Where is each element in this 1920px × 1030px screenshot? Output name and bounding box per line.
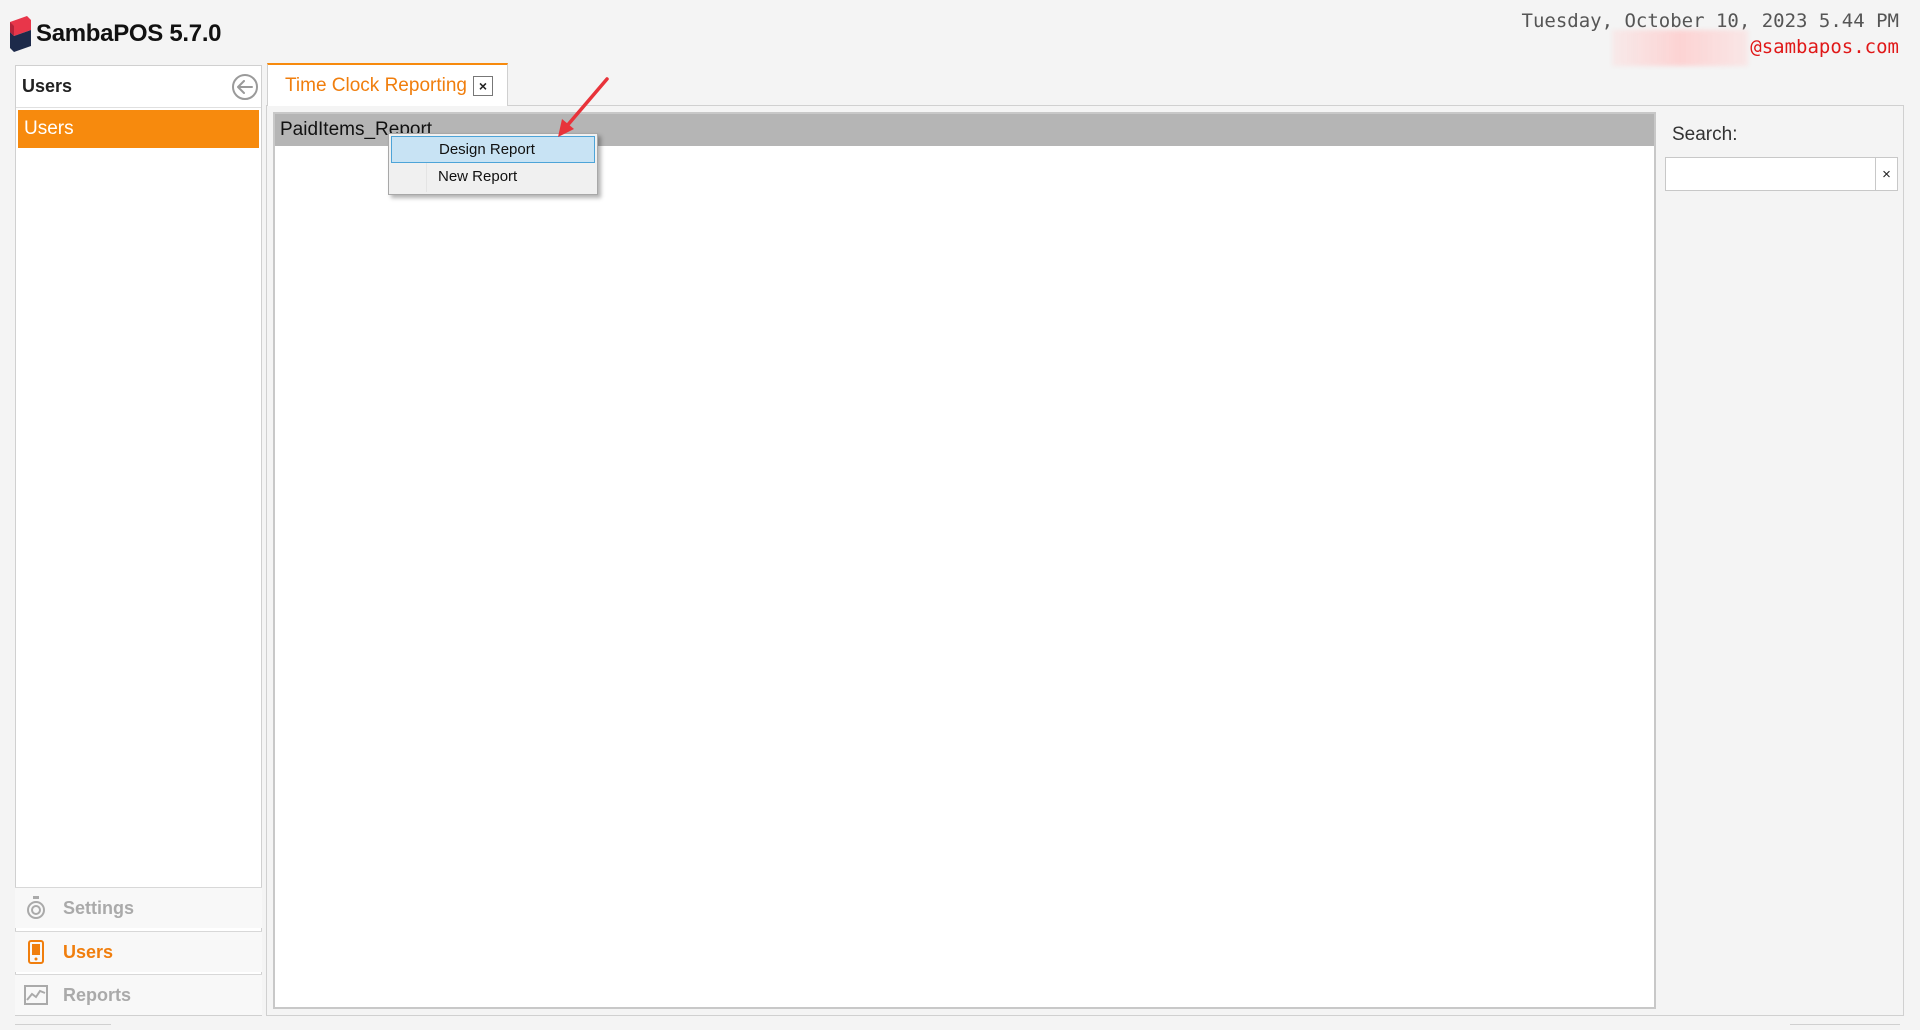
search-box: × bbox=[1665, 157, 1898, 191]
datetime-display: Tuesday, October 10, 2023 5.44 PM bbox=[1521, 10, 1900, 32]
left-panel-title: Users bbox=[22, 76, 73, 96]
bottom-divider-left bbox=[15, 1024, 111, 1030]
tab-label: Time Clock Reporting bbox=[285, 74, 467, 96]
search-clear-icon[interactable]: × bbox=[1875, 158, 1897, 190]
line-chart-icon bbox=[23, 982, 49, 1008]
annotation-arrow-icon bbox=[550, 75, 612, 146]
bottom-divider-right bbox=[1790, 1024, 1900, 1030]
tab-time-clock-reporting[interactable]: Time Clock Reporting × bbox=[267, 63, 508, 106]
search-input[interactable] bbox=[1666, 158, 1876, 190]
menu-item-new-report[interactable]: New Report bbox=[391, 163, 595, 190]
stopwatch-icon bbox=[23, 895, 49, 921]
report-list: PaidItems_Report bbox=[273, 112, 1656, 1009]
app-title: SambaPOS 5.7.0 bbox=[36, 20, 222, 47]
sambapos-logo-icon bbox=[10, 16, 31, 52]
redacted-email-blur bbox=[1612, 30, 1748, 66]
user-email: @sambapos.com bbox=[1750, 36, 1899, 58]
left-panel-header: Users bbox=[16, 66, 261, 108]
left-panel: Users Users bbox=[15, 65, 262, 1016]
nav-users[interactable]: Users bbox=[15, 931, 262, 972]
nav-users-label: Users bbox=[63, 941, 114, 962]
nav-settings-label: Settings bbox=[63, 897, 135, 918]
mobile-device-icon bbox=[23, 939, 49, 965]
search-label: Search: bbox=[1672, 124, 1738, 145]
app-logo: SambaPOS 5.7.0 bbox=[10, 16, 222, 52]
back-arrow-icon[interactable] bbox=[232, 73, 258, 100]
tab-close-icon[interactable]: × bbox=[472, 75, 493, 96]
nav-reports[interactable]: Reports bbox=[15, 974, 262, 1015]
left-panel-item-users[interactable]: Users bbox=[18, 110, 259, 148]
nav-reports-label: Reports bbox=[63, 984, 132, 1005]
nav-settings[interactable]: Settings bbox=[15, 887, 262, 928]
